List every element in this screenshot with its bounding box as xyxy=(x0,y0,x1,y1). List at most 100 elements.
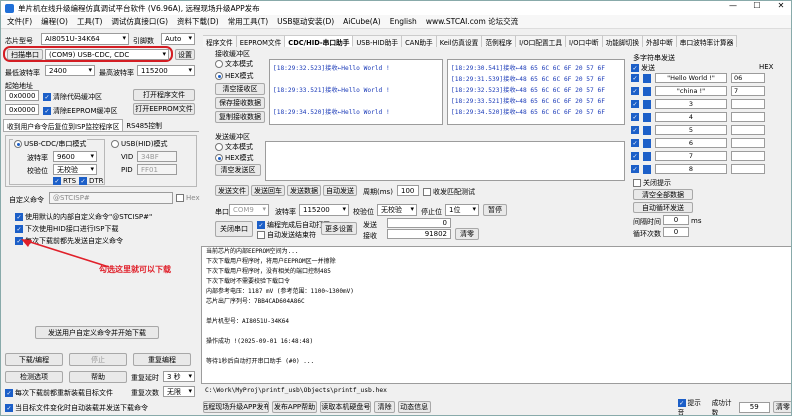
row-number[interactable]: 6 xyxy=(655,138,727,148)
row-checkbox-icon[interactable]: ✓ xyxy=(631,100,639,108)
row-checkbox-icon[interactable]: ✓ xyxy=(631,152,639,160)
serial-port-select[interactable]: COM9 xyxy=(229,204,269,216)
send-data-button[interactable]: 发送数据 xyxy=(287,185,321,196)
minimize-button[interactable]: — xyxy=(721,1,745,10)
copy-recv-button[interactable]: 复制接收数据 xyxy=(215,111,265,123)
recv-match-check[interactable]: 收发匹配测试 xyxy=(423,187,475,197)
beep-check[interactable]: ✓ 提示音 xyxy=(677,397,705,415)
row-send-button[interactable] xyxy=(643,164,651,174)
row-send-button[interactable] xyxy=(643,73,651,83)
rts-check[interactable]: ✓ RTS xyxy=(53,177,76,185)
check-options-button[interactable]: 检测选项 xyxy=(5,371,63,383)
row-checkbox-icon[interactable]: ✓ xyxy=(631,74,639,82)
download-button[interactable]: 下载/编程 xyxy=(5,353,63,366)
code-addr-input[interactable]: 0x0000 xyxy=(5,90,39,101)
send-text-mode-radio[interactable]: 文本模式 xyxy=(215,142,253,152)
clear-success-button[interactable]: 清零 xyxy=(772,401,791,413)
usbhid-mode-radio[interactable]: USB(HID)模式 xyxy=(111,139,168,149)
row-number[interactable]: 3 xyxy=(655,99,727,109)
tab-ext-interrupt[interactable]: 外部中断 xyxy=(643,35,677,47)
row-text-input[interactable]: "china !" xyxy=(655,86,727,96)
tab-keil[interactable]: Keil仿真设置 xyxy=(436,35,483,47)
auto-send-check[interactable]: ✓ 当目标文件变化时自动装载并发送下载命令 xyxy=(5,403,148,413)
pause-button[interactable]: 暂停 xyxy=(483,204,507,216)
row-hex-input[interactable] xyxy=(731,164,765,174)
max-baud-select[interactable]: 115200 xyxy=(137,65,195,76)
eeprom-addr-input[interactable]: 0x0000 xyxy=(5,104,39,115)
close-button[interactable]: ✕ xyxy=(769,1,791,10)
option-hid-next[interactable]: ✓ 下次使用HID接口进行ISP下载 xyxy=(15,224,118,234)
row-checkbox-icon[interactable]: ✓ xyxy=(631,113,639,121)
recv-hex-area[interactable]: [18:29:30.541]接收←48 65 6C 6C 6F 20 57 6F… xyxy=(447,59,625,125)
tab-examples[interactable]: 范例程序 xyxy=(482,35,517,47)
repeat-count-select[interactable]: 无限 xyxy=(163,386,195,397)
row-send-button[interactable] xyxy=(643,151,651,161)
row-hex-input[interactable] xyxy=(731,112,765,122)
scan-port-button[interactable]: 扫描串口 xyxy=(7,49,43,60)
tab-io-interrupt[interactable]: I/O口中断 xyxy=(566,35,603,47)
open-eeprom-button[interactable]: 打开EEPROM文件 xyxy=(133,103,195,115)
row-checkbox-icon[interactable]: ✓ xyxy=(631,165,639,173)
menu-usb-driver[interactable]: USB驱动安装(D) xyxy=(277,16,334,27)
app-help-button[interactable]: 发布APP帮助 xyxy=(271,401,318,413)
auto-close-check[interactable]: 自动发送结束符 xyxy=(257,230,316,240)
tab-pin-switch[interactable]: 功能脚切换 xyxy=(602,35,644,47)
loop-count-input[interactable]: 0 xyxy=(663,227,689,237)
row-hex-input[interactable] xyxy=(731,151,765,161)
hex-check[interactable]: Hex xyxy=(176,194,200,202)
menu-aicube[interactable]: AiCube(A) xyxy=(343,17,381,26)
send-text-area[interactable] xyxy=(265,141,625,181)
serial-parity-select[interactable]: 无校验 xyxy=(377,204,417,216)
save-recv-button[interactable]: 保存接收数据 xyxy=(215,97,265,109)
menu-tools[interactable]: 工具(T) xyxy=(77,16,102,27)
row-send-button[interactable] xyxy=(643,86,651,96)
reprogram-button[interactable]: 重复编程 xyxy=(133,353,191,366)
tab-user-cmd[interactable]: 收到用户命令后复位到ISP监控程序区 xyxy=(3,119,124,131)
row-checkbox-icon[interactable]: ✓ xyxy=(631,139,639,147)
option-default-cmd[interactable]: ✓ 使用默认的内部自定义命令"@STCISP#" xyxy=(15,212,152,222)
row-send-button[interactable] xyxy=(643,138,651,148)
tab-rs485[interactable]: RS485控制 xyxy=(123,119,165,131)
baud-select[interactable]: 9600 xyxy=(53,151,97,162)
output-log[interactable]: 当前芯片的内部EEPROM空间为... 下次下载用户程序时，将用户EEPROM区… xyxy=(201,246,791,384)
clear-recv-button[interactable]: 清空接收区 xyxy=(215,83,265,95)
row-number[interactable]: 4 xyxy=(655,112,727,122)
remote-upgrade-button[interactable]: 远程现场升级APP发布 xyxy=(203,401,269,413)
row-hex-input[interactable] xyxy=(731,138,765,148)
open-program-button[interactable]: 打开程序文件 xyxy=(133,89,195,101)
tab-usb-hid[interactable]: USB-HID助手 xyxy=(353,35,403,47)
clear-all-button[interactable]: 清空全部数据 xyxy=(633,189,693,200)
serial-stop-select[interactable]: 1位 xyxy=(445,204,479,216)
row-send-button[interactable] xyxy=(643,112,651,122)
period-input[interactable]: 100 xyxy=(397,185,419,196)
row-send-button[interactable] xyxy=(643,99,651,109)
serial-baud-select[interactable]: 115200 xyxy=(299,204,349,216)
read-disk-button[interactable]: 读取本机硬盘号 xyxy=(320,401,372,413)
clear-send-button[interactable]: 清空发送区 xyxy=(215,164,261,176)
send-cmd-download-button[interactable]: 发送用户自定义命令并开始下载 xyxy=(35,326,159,339)
clear-log-button[interactable]: 清除 xyxy=(374,401,395,413)
maximize-button[interactable]: ☐ xyxy=(745,1,769,10)
help-button[interactable]: 帮助 xyxy=(69,371,127,383)
row-hex-input[interactable]: 06 xyxy=(731,73,765,83)
clear-code-check[interactable]: ✓ 清除代码缓冲区 xyxy=(43,92,102,102)
menu-program[interactable]: 编程(O) xyxy=(41,16,68,27)
interval-input[interactable]: 0 xyxy=(663,215,689,225)
tab-can[interactable]: CAN助手 xyxy=(402,35,437,47)
row-number[interactable]: 7 xyxy=(655,151,727,161)
row-text-input[interactable]: "Hello World !" xyxy=(655,73,727,83)
repeat-delay-select[interactable]: 3 秒 xyxy=(163,371,195,382)
usbcdc-mode-radio[interactable]: USB-CDC/串口模式 xyxy=(13,139,88,149)
close-hint-check[interactable]: 关闭提示 xyxy=(633,178,671,188)
row-hex-input[interactable] xyxy=(731,99,765,109)
custom-cmd-input[interactable]: @STCISP# xyxy=(49,192,173,204)
tab-eeprom-file[interactable]: EEPROM文件 xyxy=(236,35,286,47)
tab-cdc-serial[interactable]: CDC/HID-串口助手 xyxy=(285,35,354,47)
auto-loop-button[interactable]: 自动循环发送 xyxy=(633,202,693,213)
recv-text-mode-radio[interactable]: 文本模式 xyxy=(215,59,253,69)
pid-input[interactable]: FF01 xyxy=(137,164,177,175)
menu-debug[interactable]: 调试仿真接口(G) xyxy=(111,16,168,27)
pins-select[interactable]: Auto xyxy=(161,33,195,45)
reload-check[interactable]: ✓ 每次下载前都重新装载目标文件 xyxy=(5,388,113,398)
menu-english[interactable]: English xyxy=(390,17,417,26)
